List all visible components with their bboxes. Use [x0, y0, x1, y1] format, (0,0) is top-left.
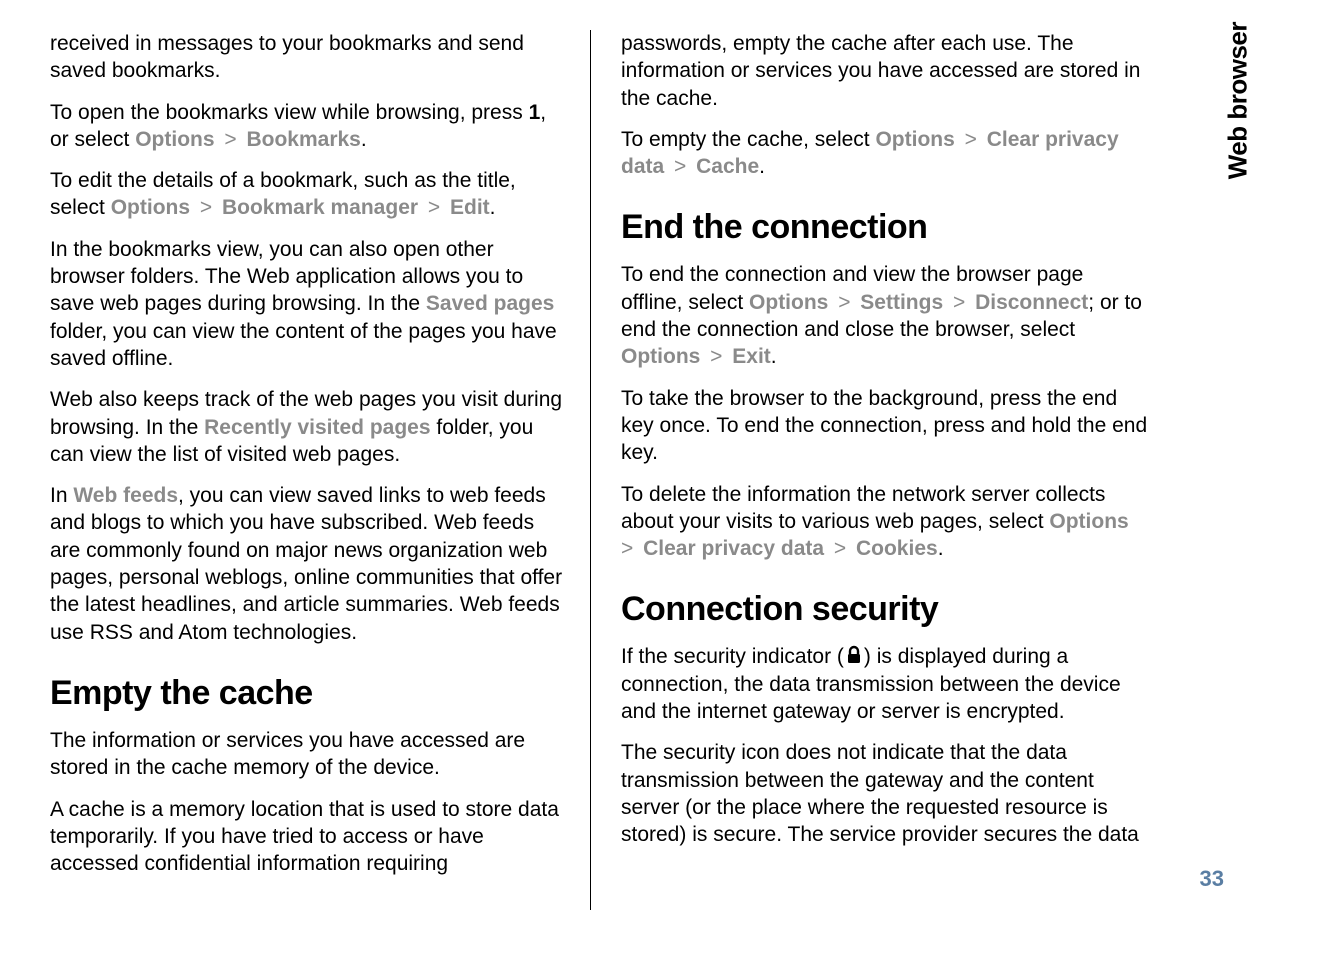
menu-path-item: Options [621, 345, 700, 368]
menu-path-item: Clear privacy data [643, 537, 824, 560]
menu-path-item: Options [135, 128, 214, 151]
menu-path-item: Options [111, 196, 190, 219]
body-text: In the bookmarks view, you can also open… [50, 236, 570, 372]
page-content: received in messages to your bookmarks a… [0, 0, 1170, 910]
menu-path-item: Recently visited pages [204, 416, 430, 439]
menu-path-item: Bookmarks [246, 128, 360, 151]
menu-path-item: Web feeds [73, 484, 178, 507]
menu-path-item: Settings [860, 291, 943, 314]
menu-path-item: Cache [696, 155, 759, 178]
section-heading: Empty the cache [50, 674, 570, 713]
body-text: In Web feeds, you can view saved links t… [50, 482, 570, 646]
section-heading: Connection security [621, 590, 1150, 629]
body-text: If the security indicator () is displaye… [621, 643, 1150, 725]
left-column: received in messages to your bookmarks a… [50, 30, 590, 910]
right-column: passwords, empty the cache after each us… [590, 30, 1150, 910]
body-text: The information or services you have acc… [50, 727, 570, 782]
menu-path-item: Saved pages [426, 292, 554, 315]
menu-path-item: Options [875, 128, 954, 151]
menu-path-item: Disconnect [975, 291, 1088, 314]
body-text: A cache is a memory location that is use… [50, 796, 570, 878]
menu-path-item: Bookmark manager [222, 196, 418, 219]
body-text: Web also keeps track of the web pages yo… [50, 386, 570, 468]
menu-path-item: Exit [732, 345, 771, 368]
body-text: To open the bookmarks view while browsin… [50, 99, 570, 154]
key-label: 1 [529, 101, 541, 124]
body-text: To empty the cache, select Options > Cle… [621, 126, 1150, 181]
body-text: To end the connection and view the brows… [621, 261, 1150, 370]
chapter-tab: Web browser [1222, 22, 1253, 179]
page-number: 33 [1200, 866, 1224, 892]
body-text: To edit the details of a bookmark, such … [50, 167, 570, 222]
body-text: received in messages to your bookmarks a… [50, 30, 570, 85]
menu-path-item: Options [749, 291, 828, 314]
body-text: To take the browser to the background, p… [621, 385, 1150, 467]
menu-path-item: Edit [450, 196, 490, 219]
body-text: The security icon does not indicate that… [621, 739, 1150, 848]
section-heading: End the connection [621, 208, 1150, 247]
body-text: To delete the information the network se… [621, 481, 1150, 563]
menu-path-item: Cookies [856, 537, 938, 560]
body-text: passwords, empty the cache after each us… [621, 30, 1150, 112]
menu-path-item: Options [1049, 510, 1128, 533]
lock-icon [844, 645, 864, 665]
